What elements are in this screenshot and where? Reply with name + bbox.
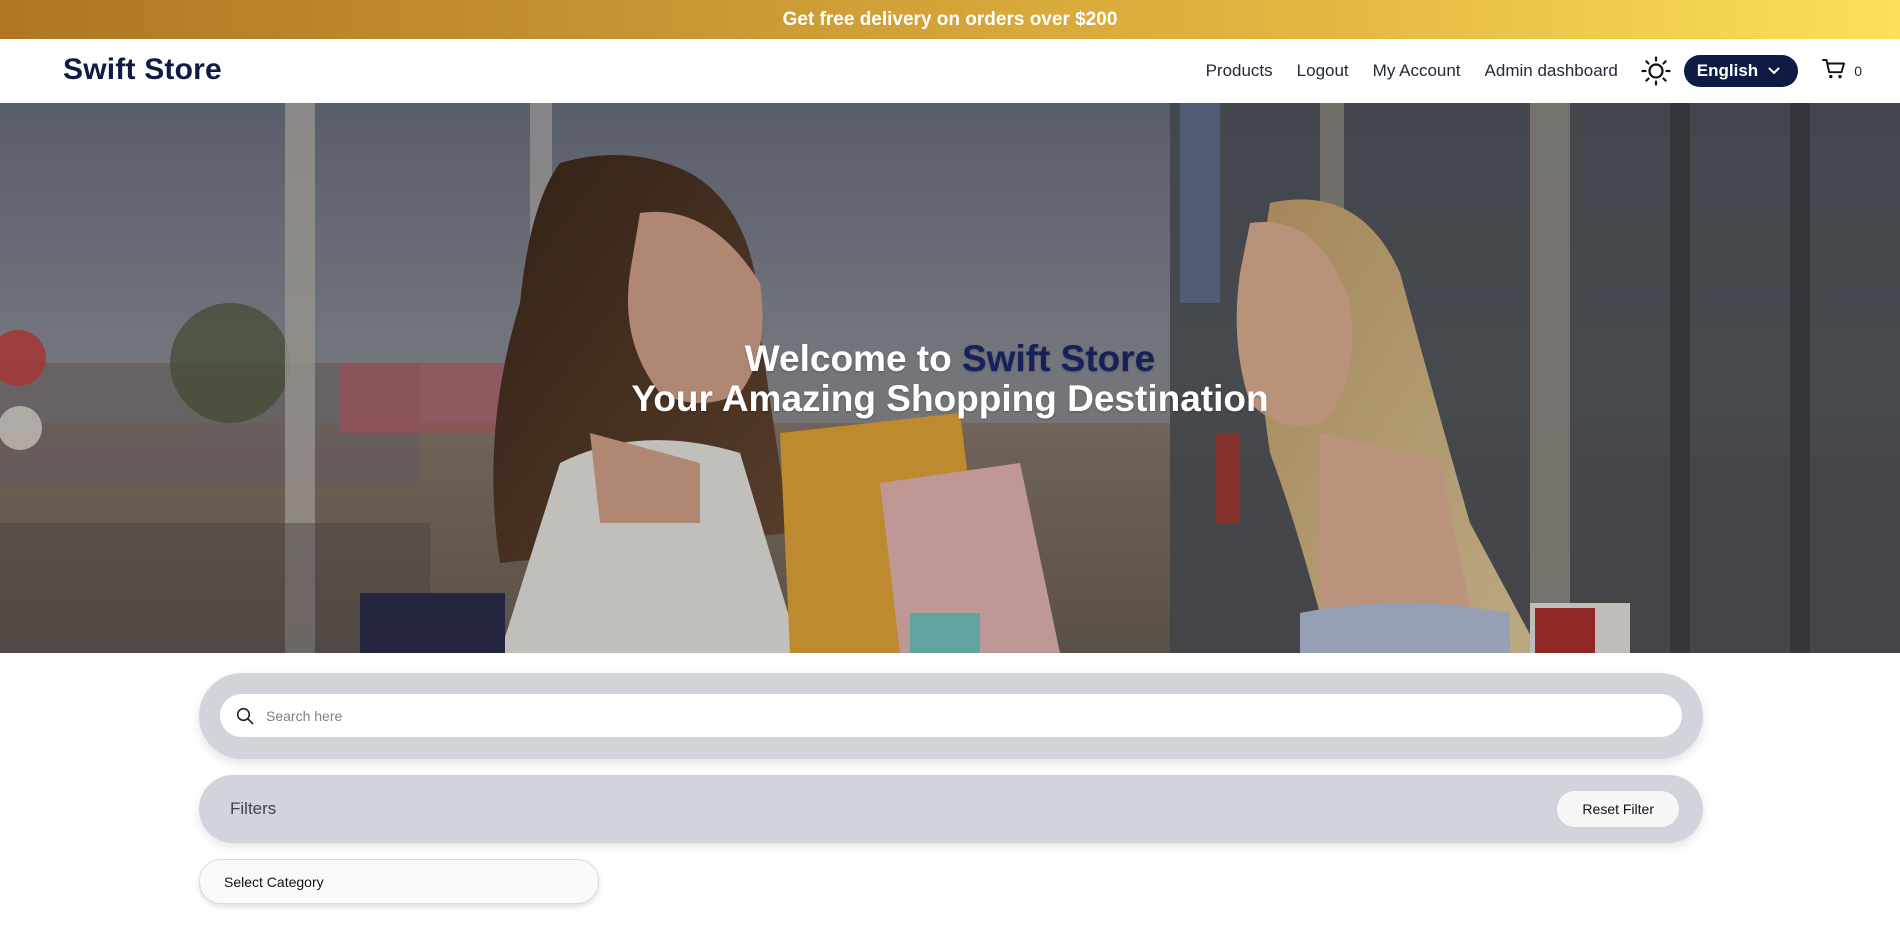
hero-welcome-line: Welcome to Swift Store (0, 339, 1900, 379)
site-logo[interactable]: Swift Store (63, 53, 222, 87)
site-header: Swift Store Products Logout My Account A… (0, 39, 1900, 103)
cart-icon (1822, 58, 1846, 85)
hero-brand: Swift Store (962, 338, 1156, 379)
reset-filter-button[interactable]: Reset Filter (1557, 791, 1679, 827)
search-panel (199, 673, 1703, 759)
nav-my-account[interactable]: My Account (1373, 61, 1461, 81)
promo-banner: Get free delivery on orders over $200 (0, 0, 1900, 39)
search-box[interactable] (220, 694, 1682, 737)
hero-banner: Welcome to Swift Store Your Amazing Shop… (0, 103, 1900, 653)
main-nav: Products Logout My Account Admin dashboa… (1206, 39, 1900, 103)
search-icon (236, 706, 256, 726)
hero-heading: Welcome to Swift Store Your Amazing Shop… (0, 339, 1900, 419)
nav-products[interactable]: Products (1206, 61, 1273, 81)
cart-count: 0 (1854, 63, 1862, 79)
promo-text: Get free delivery on orders over $200 (782, 8, 1118, 30)
language-select[interactable]: English (1683, 55, 1799, 87)
search-input[interactable] (264, 699, 1648, 732)
sun-icon[interactable] (1640, 55, 1672, 87)
hero-welcome: Welcome to (744, 338, 962, 379)
nav-logout[interactable]: Logout (1297, 61, 1349, 81)
cart-button[interactable]: 0 (1822, 58, 1862, 85)
filters-label: Filters (230, 799, 277, 818)
language-label: English (1696, 61, 1759, 80)
category-select[interactable]: Select Category (199, 859, 599, 904)
filters-bar: Filters Reset Filter (199, 775, 1703, 843)
chevron-down-icon (1768, 67, 1780, 75)
nav-admin-dashboard[interactable]: Admin dashboard (1485, 61, 1618, 81)
hero-subtitle: Your Amazing Shopping Destination (631, 378, 1269, 419)
